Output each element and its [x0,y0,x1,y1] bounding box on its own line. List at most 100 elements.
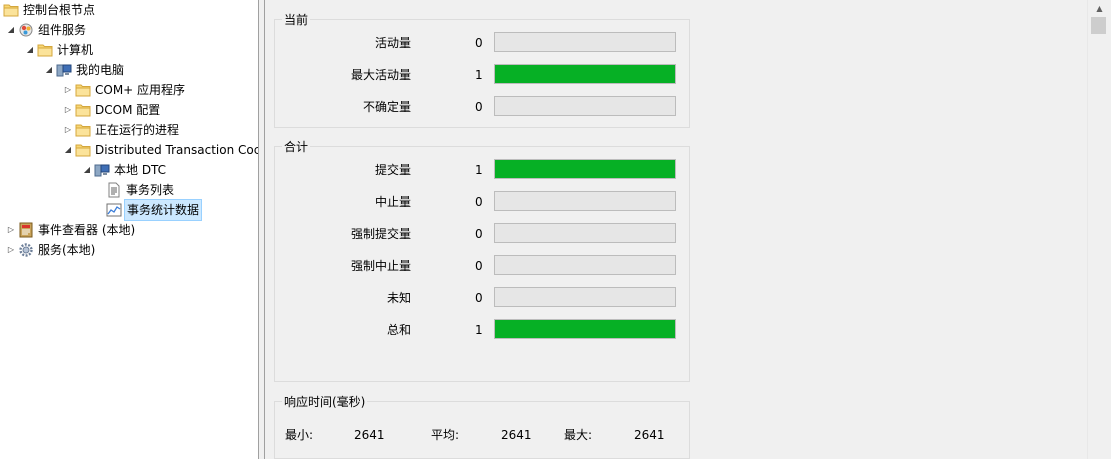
collapse-arrow-icon[interactable]: ◢ [82,160,92,180]
expand-arrow-icon[interactable]: ▷ [63,100,73,120]
current-row-label: 最大活动量 [350,68,411,82]
tree-node-label: 事务统计数据 [124,199,203,221]
total-row: 未知 0 [275,287,691,309]
tree-node-9[interactable]: 事务列表 [0,180,258,200]
tree-node-label: 事务列表 [126,183,175,197]
max-label: 最大: [564,428,593,442]
tree-node-label: 我的电脑 [76,63,125,77]
pane-splitter[interactable] [258,0,265,459]
tree-node-label: 组件服务 [38,23,87,37]
tree-node-7[interactable]: ◢ Distributed Transaction Coc [0,140,258,160]
folder-icon [75,82,91,98]
tree-node-label: 本地 DTC [114,163,167,177]
tree-node-label: DCOM 配置 [95,103,161,117]
scroll-up-arrow-icon[interactable]: ▲ [1088,0,1111,17]
computer-icon [56,62,72,78]
total-progress-bar [494,319,676,339]
tree-node-8[interactable]: ◢ 本地 DTC [0,160,258,180]
current-row-value: 1 [475,68,483,82]
total-row-value: 0 [475,259,483,273]
current-progress-fill [495,65,675,83]
total-progress-fill [495,320,675,338]
avg-label: 平均: [431,428,460,442]
max-value: 2641 [634,428,665,442]
tree-node-label: Distributed Transaction Coc [95,143,258,157]
current-row-label: 活动量 [374,36,411,50]
total-row: 强制提交量 0 [275,223,691,245]
total-progress-bar [494,191,676,211]
collapse-arrow-icon[interactable]: ◢ [6,20,16,40]
tree-node-label: 计算机 [57,43,94,57]
total-row-label: 未知 [386,291,411,305]
total-progress-bar [494,223,676,243]
avg-value: 2641 [501,428,532,442]
expand-arrow-icon[interactable]: ▷ [63,120,73,140]
tree-node-6[interactable]: ▷ 正在运行的进程 [0,120,258,140]
total-row-label: 提交量 [374,163,411,177]
total-row: 提交量 1 [275,159,691,181]
min-value: 2641 [354,428,385,442]
folder-icon [37,42,53,58]
console-tree[interactable]: 控制台根节点 ◢ 组件服务 ◢ 计算机 ◢ 我的电脑 ▷ COM+ 应用程序 ▷ DCOM 配置 ▷ 正… [0,0,258,459]
folder-icon [3,2,19,18]
total-progress-bar [494,159,676,179]
expand-arrow-icon[interactable]: ▷ [6,240,16,260]
tree-node-10[interactable]: 事务统计数据 [0,199,258,221]
tree-node-3[interactable]: ◢ 我的电脑 [0,60,258,80]
folder-icon [75,142,91,158]
total-row-value: 0 [475,195,483,209]
total-row-label: 总和 [386,323,411,337]
tree-node-11[interactable]: ▷ 事件查看器 (本地) [0,220,258,240]
expand-arrow-icon[interactable]: ▷ [6,220,16,240]
total-progress-fill [495,160,675,178]
current-row: 活动量 0 [275,32,691,54]
total-row: 总和 1 [275,319,691,341]
collapse-arrow-icon[interactable]: ◢ [63,140,73,160]
gear-icon [18,242,34,258]
total-row-label: 中止量 [374,195,411,209]
total-row-value: 0 [475,227,483,241]
computer-icon [94,162,110,178]
tree-node-4[interactable]: ▷ COM+ 应用程序 [0,80,258,100]
current-group-title: 当前 [282,12,311,28]
scroll-thumb[interactable] [1091,17,1106,34]
tree-node-label: COM+ 应用程序 [95,83,186,97]
chart-icon [106,202,122,218]
total-progress-bar [494,255,676,275]
total-row: 强制中止量 0 [275,255,691,277]
statistics-pane: 当前 活动量 0 最大活动量 1 不确定量 0 合计 提交量 1 中止量 0 强制提交量 0 强制中止… [265,0,1087,459]
folder-icon [75,122,91,138]
component-services-icon [18,22,34,38]
tree-node-5[interactable]: ▷ DCOM 配置 [0,100,258,120]
current-row-label: 不确定量 [362,100,411,114]
total-row-label: 强制中止量 [350,259,411,273]
total-row: 中止量 0 [275,191,691,213]
tree-node-2[interactable]: ◢ 计算机 [0,40,258,60]
current-row: 最大活动量 1 [275,64,691,86]
current-group: 当前 活动量 0 最大活动量 1 不确定量 0 [274,12,691,128]
tree-node-label: 事件查看器 (本地) [38,223,136,237]
collapse-arrow-icon[interactable]: ◢ [44,60,54,80]
tree-node-12[interactable]: ▷ 服务(本地) [0,240,258,260]
total-row-label: 强制提交量 [350,227,411,241]
total-row-value: 1 [475,163,483,177]
total-row-value: 1 [475,323,483,337]
current-row-value: 0 [475,36,483,50]
total-progress-bar [494,287,676,307]
tree-node-label: 服务(本地) [38,243,96,257]
collapse-arrow-icon[interactable]: ◢ [25,40,35,60]
vertical-scrollbar[interactable]: ▲ [1087,0,1111,459]
folder-icon [75,102,91,118]
total-row-value: 0 [475,291,483,305]
tree-node-0[interactable]: 控制台根节点 [0,0,258,20]
total-group-title: 合计 [282,139,311,155]
event-viewer-icon [18,222,34,238]
response-time-group: 响应时间(毫秒) 最小: 2641 平均: 2641 最大: 2641 [274,394,690,459]
current-progress-bar [494,64,676,84]
expand-arrow-icon[interactable]: ▷ [63,80,73,100]
tree-node-1[interactable]: ◢ 组件服务 [0,20,258,40]
min-label: 最小: [285,428,314,442]
current-row-value: 0 [475,100,483,114]
tree-node-label: 正在运行的进程 [95,123,180,137]
total-group: 合计 提交量 1 中止量 0 强制提交量 0 强制中止量 0 未知 0 总和 1 [274,139,691,382]
